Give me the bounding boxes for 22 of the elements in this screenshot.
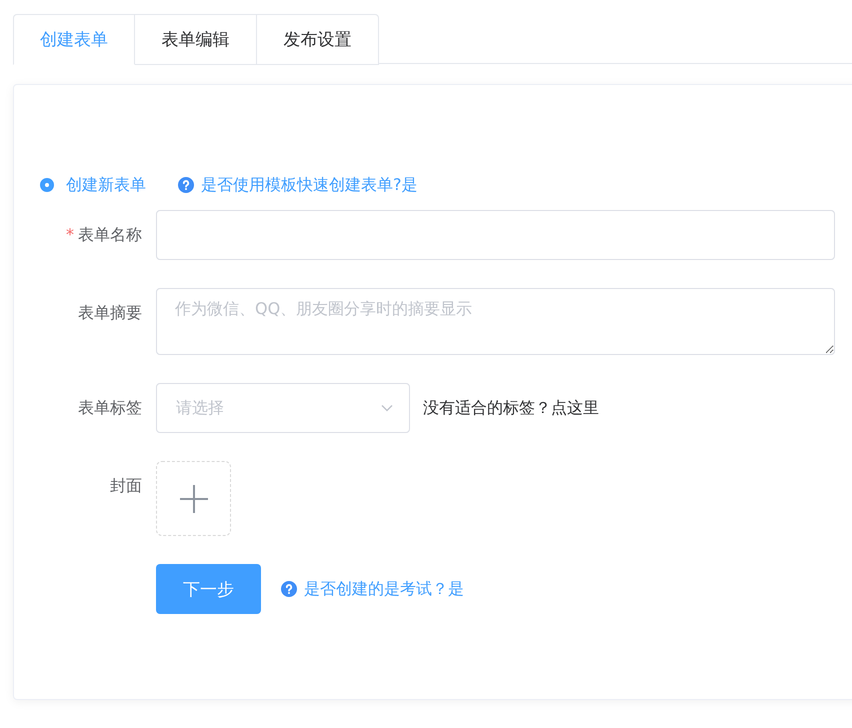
upload-box[interactable] [156,461,231,536]
exam-link[interactable]: 是否创建的是考试？是 [281,578,464,600]
template-link[interactable]: 是否使用模板快速创建表单?是 [178,174,418,196]
required-mark: * [66,225,74,244]
help-icon [178,177,194,193]
tab[interactable]: 创建表单 [13,14,135,65]
summary-field[interactable]: 作为微信、QQ、朋友圈分享时的摘要显示 [156,288,835,355]
field-label: 表单标签 [78,398,142,417]
create-new-radio[interactable]: 创建新表单 [40,174,146,196]
help-icon [281,581,297,597]
input-field[interactable] [156,210,835,260]
tab[interactable]: 表单编辑 [135,14,257,65]
plus-icon [178,484,208,514]
field-label: 表单摘要 [78,303,142,322]
field-label: 表单名称 [78,225,142,244]
radio-icon[interactable] [40,178,54,192]
next-button[interactable]: 下一步 [156,564,261,614]
tab[interactable]: 发布设置 [257,14,379,65]
tag-select[interactable]: 请选择 [156,383,410,433]
tag-link[interactable]: 没有适合的标签？点这里 [423,383,599,433]
chevron-icon [381,404,393,412]
field-label: 封面 [110,476,142,495]
